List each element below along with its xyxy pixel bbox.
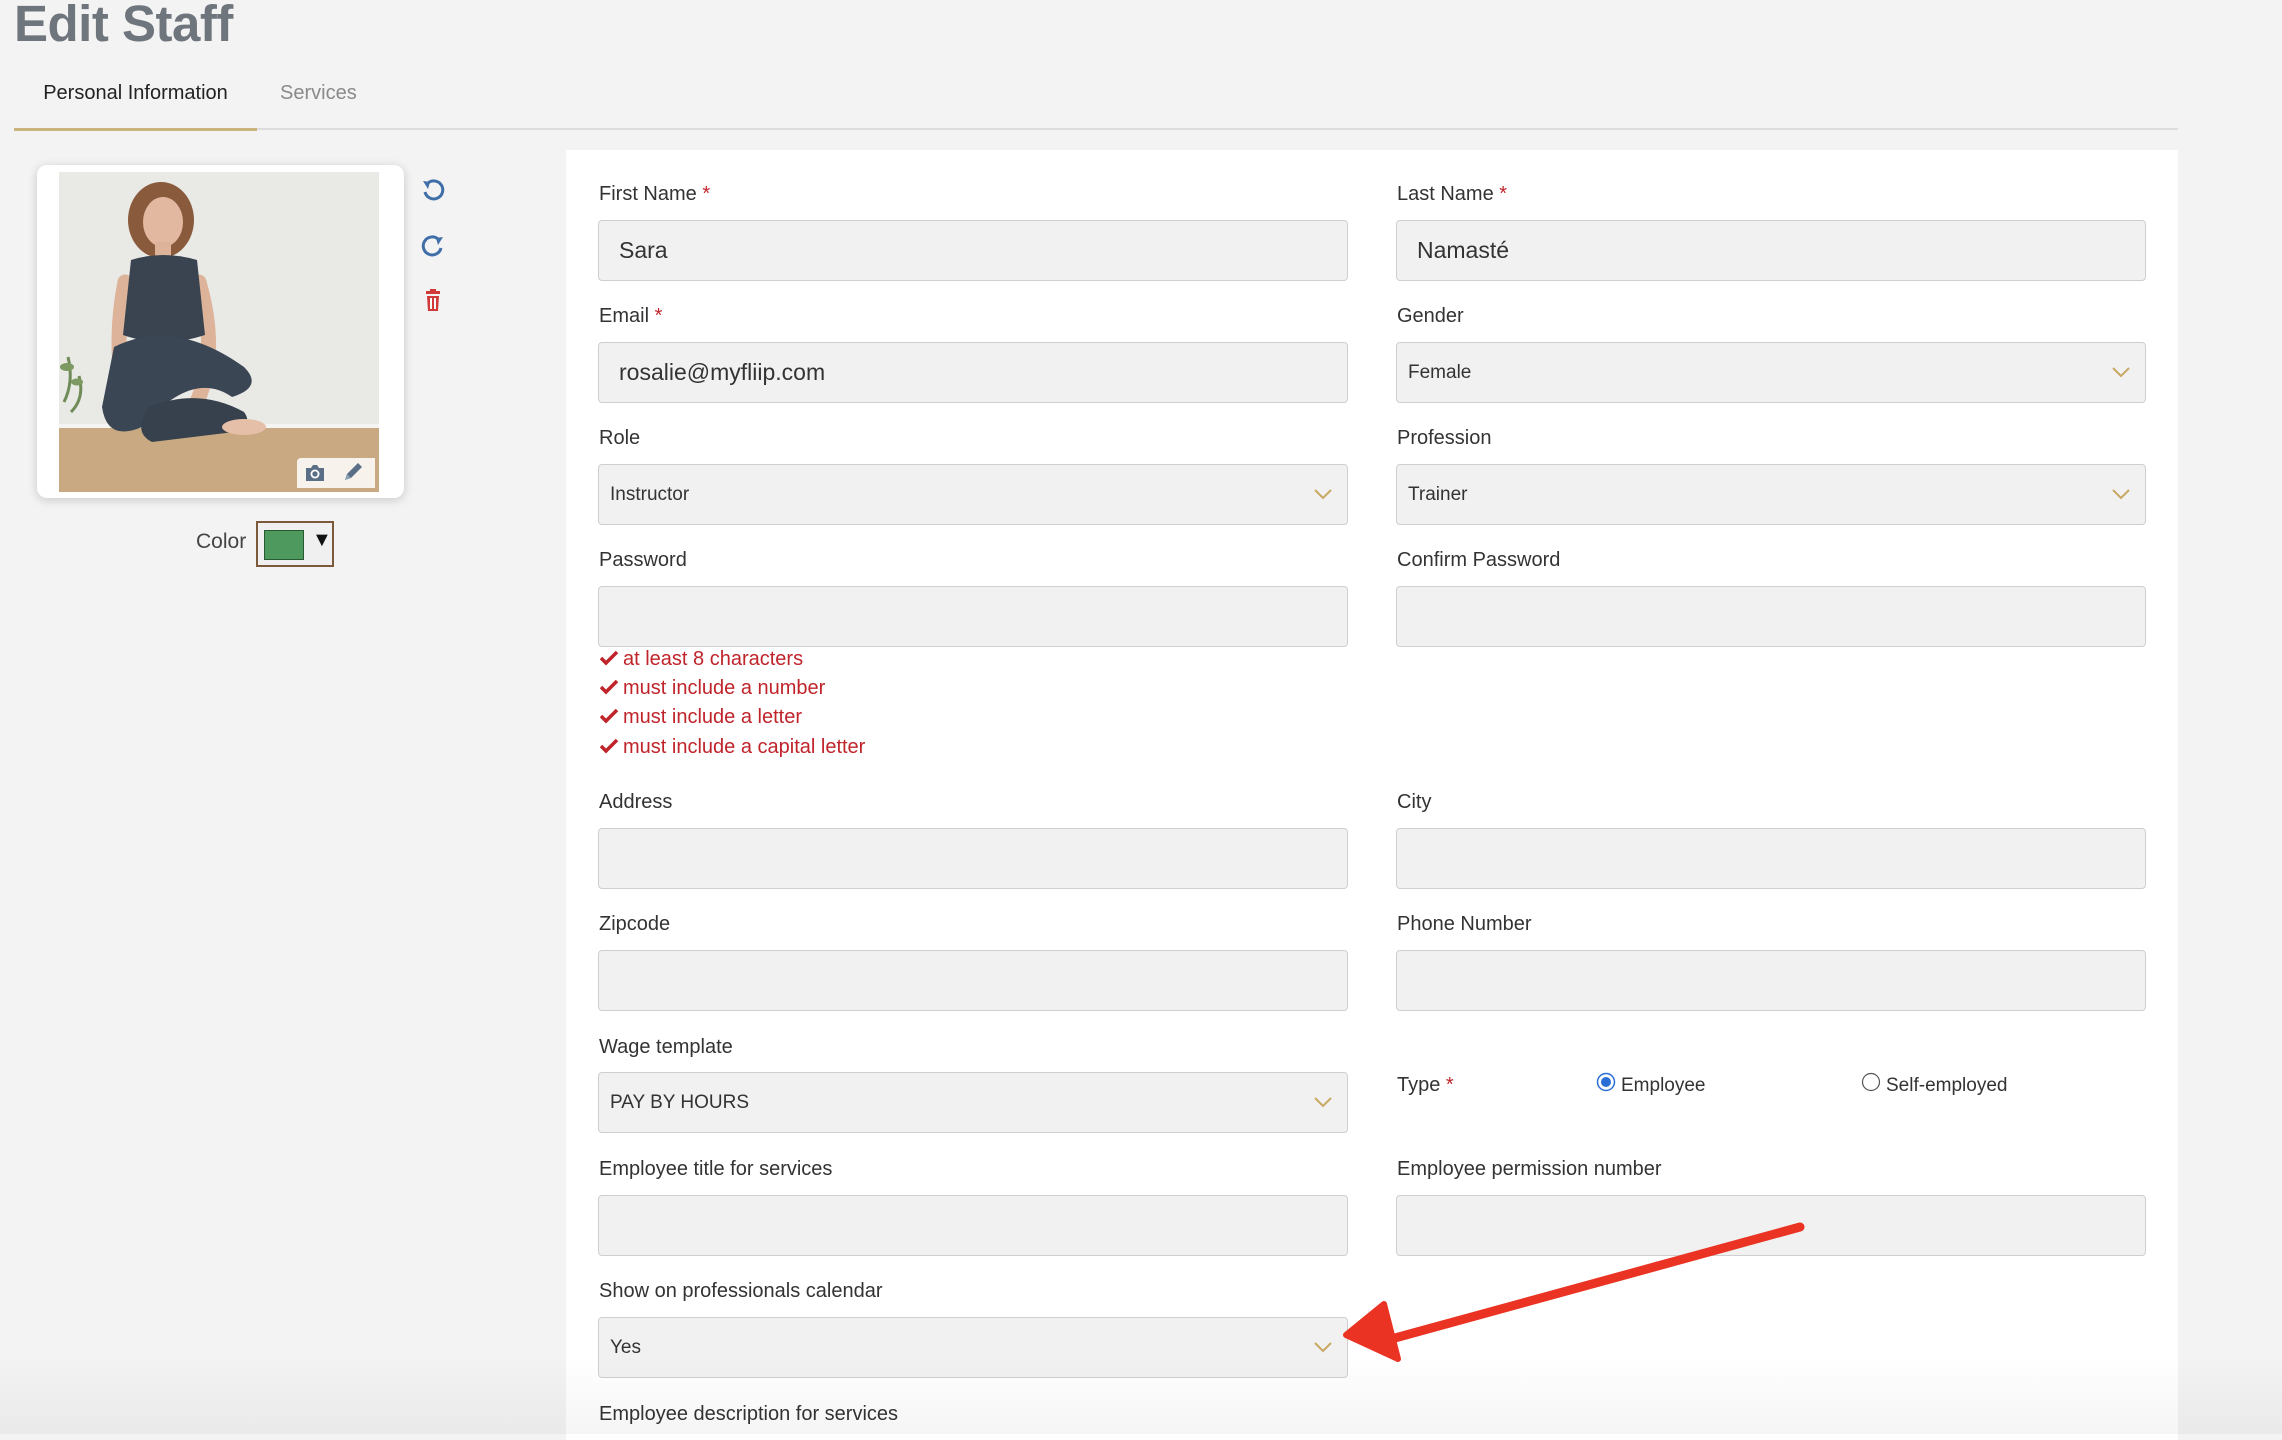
profession-label: Profession <box>1397 427 1492 449</box>
type-label-text: Type <box>1397 1074 1441 1096</box>
role-label: Role <box>599 427 641 449</box>
confirm-password-label: Confirm Password <box>1397 549 1561 571</box>
wage-template-select[interactable]: PAY BY HOURS <box>598 1072 1348 1133</box>
color-label: Color <box>196 530 247 553</box>
page-title: Edit Staff <box>14 0 233 52</box>
profile-photo[interactable] <box>59 172 379 492</box>
employee-description-label: Employee description for services <box>599 1403 899 1425</box>
password-label: Password <box>599 549 687 571</box>
required-mark: * <box>654 305 663 327</box>
password-rule-text: at least 8 characters <box>623 648 804 670</box>
permission-number-label: Employee permission number <box>1397 1158 1662 1180</box>
camera-icon[interactable] <box>303 462 327 484</box>
password-rule-text: must include a number <box>623 677 826 699</box>
password-rule: at least 8 characters <box>599 648 803 671</box>
check-icon <box>599 738 619 754</box>
gender-select[interactable]: Female <box>1396 342 2146 403</box>
color-swatch <box>264 530 304 560</box>
required-mark: * <box>702 183 711 205</box>
phone-number-label: Phone Number <box>1397 913 1532 935</box>
password-input[interactable] <box>598 586 1348 647</box>
first-name-input[interactable] <box>598 220 1348 281</box>
last-name-input[interactable] <box>1396 220 2146 281</box>
zipcode-label: Zipcode <box>599 913 671 935</box>
permission-number-input[interactable] <box>1396 1195 2146 1256</box>
gender-select-value: Female <box>1408 362 1472 383</box>
self-employed-radio-label[interactable]: Self-employed <box>1886 1075 2007 1097</box>
password-rule: must include a letter <box>599 706 802 729</box>
email-label-text: Email <box>599 305 650 327</box>
trash-icon[interactable] <box>420 288 446 314</box>
password-rule: must include a capital letter <box>599 736 865 759</box>
confirm-password-input[interactable] <box>1396 586 2146 647</box>
check-icon <box>599 650 619 666</box>
chevron-down-icon <box>2112 367 2130 378</box>
employee-radio-label[interactable]: Employee <box>1621 1075 1706 1097</box>
last-name-label-text: Last Name <box>1397 183 1494 205</box>
first-name-label-text: First Name <box>599 183 697 205</box>
chevron-down-icon <box>1314 489 1332 500</box>
show-on-calendar-label: Show on professionals calendar <box>599 1280 883 1302</box>
wage-template-value: PAY BY HOURS <box>610 1092 750 1113</box>
pencil-icon[interactable] <box>341 462 365 484</box>
wage-template-label: Wage template <box>599 1036 733 1058</box>
self-employed-radio[interactable] <box>1861 1072 1881 1092</box>
show-on-calendar-value: Yes <box>610 1337 641 1358</box>
show-on-calendar-select[interactable]: Yes <box>598 1317 1348 1378</box>
chevron-down-icon <box>1314 1097 1332 1108</box>
employee-title-input[interactable] <box>598 1195 1348 1256</box>
color-picker[interactable]: ▼ <box>256 521 334 567</box>
staff-photo-illustration <box>59 172 379 492</box>
redo-icon[interactable] <box>420 233 446 259</box>
photo-tools <box>297 458 375 488</box>
employee-radio[interactable] <box>1596 1072 1616 1092</box>
profession-select-value: Trainer <box>1408 484 1468 505</box>
password-rule-text: must include a capital letter <box>623 736 866 758</box>
address-label: Address <box>599 791 673 813</box>
employee-title-label: Employee title for services <box>599 1158 833 1180</box>
role-select[interactable]: Instructor <box>598 464 1348 525</box>
check-icon <box>599 679 619 695</box>
tab-bar: Personal Information Services <box>14 70 2178 131</box>
password-rule-text: must include a letter <box>623 706 802 728</box>
address-input[interactable] <box>598 828 1348 889</box>
tab-personal-information[interactable]: Personal Information <box>14 70 257 131</box>
tab-services[interactable]: Services <box>280 70 357 128</box>
caret-down-icon: ▼ <box>312 529 332 551</box>
last-name-label: Last Name * <box>1397 183 1507 206</box>
first-name-label: First Name * <box>599 183 710 206</box>
required-mark: * <box>1445 1074 1454 1096</box>
email-input[interactable] <box>598 342 1348 403</box>
type-label: Type * <box>1397 1074 1454 1097</box>
undo-icon[interactable] <box>420 177 446 203</box>
city-label: City <box>1397 791 1432 813</box>
required-mark: * <box>1499 183 1508 205</box>
profile-photo-card <box>37 165 404 498</box>
city-input[interactable] <box>1396 828 2146 889</box>
role-select-value: Instructor <box>610 484 690 505</box>
email-label: Email * <box>599 305 662 328</box>
check-icon <box>599 708 619 724</box>
zipcode-input[interactable] <box>598 950 1348 1011</box>
profession-select[interactable]: Trainer <box>1396 464 2146 525</box>
password-rule: must include a number <box>599 677 825 700</box>
phone-number-input[interactable] <box>1396 950 2146 1011</box>
chevron-down-icon <box>2112 489 2130 500</box>
chevron-down-icon <box>1314 1342 1332 1353</box>
gender-label: Gender <box>1397 305 1464 327</box>
